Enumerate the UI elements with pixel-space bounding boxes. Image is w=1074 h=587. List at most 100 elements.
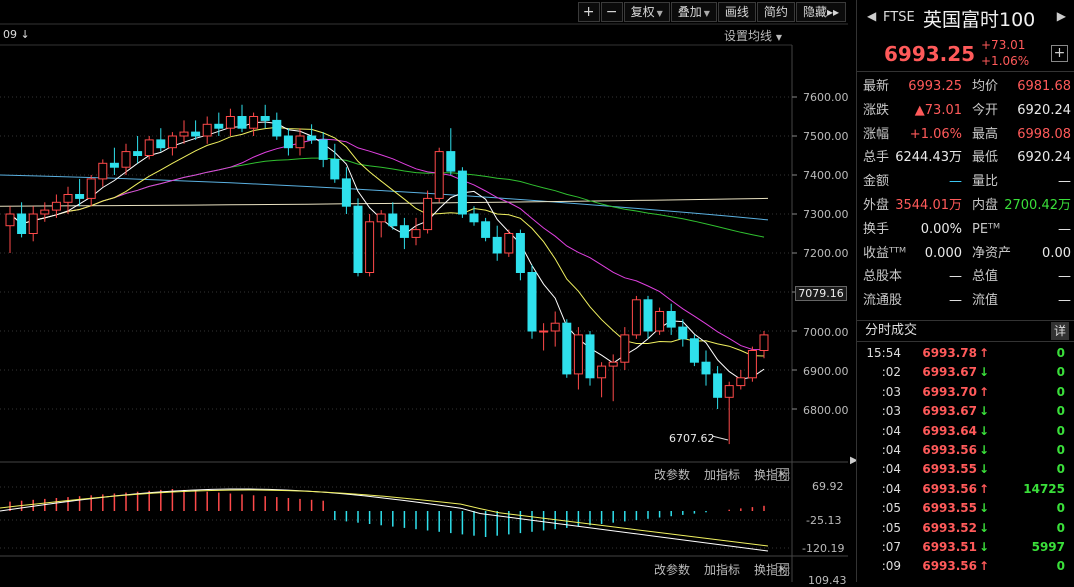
kline-chart-area[interactable]: + − 复权 ▼ 叠加 ▼ 画线 简约 隐藏▸▸ 09 ↓ 设置均线 ▼ 7600.… (0, 0, 858, 587)
tick-time: :04 (881, 481, 901, 496)
candle (620, 334, 630, 363)
tick-row: :04 6993.56 ↓ 0 (857, 441, 1074, 460)
quote-label: 流通股 (863, 293, 903, 309)
dropdown-arrow-icon: ▼ (775, 33, 782, 42)
edit-params-button[interactable]: 改参数 (654, 466, 690, 483)
candle (655, 311, 665, 332)
add-indicator-button[interactable]: 加指标 (704, 466, 740, 483)
symbol-code: FTSE (883, 10, 915, 25)
tick-price: 6993.78 (922, 346, 977, 360)
quote-label: 内盘 (972, 197, 999, 213)
candle (457, 170, 467, 215)
tick-volume: 0 (1056, 559, 1065, 574)
ma-setting-button[interactable]: 设置均线 ▼ (724, 27, 782, 44)
candle (237, 116, 247, 129)
price-axis-label: 7000.00 (803, 326, 849, 339)
quote-cell: 净资产 0.00 (966, 242, 1074, 266)
tick-header: 分时成交 详 (857, 320, 1074, 342)
price-axis-label: 7300.00 (803, 208, 849, 221)
tick-row: 15:54 6993.78 ↑ 0 (857, 344, 1074, 363)
hide-button[interactable]: 隐藏▸▸ (795, 2, 846, 22)
candle (5, 213, 15, 227)
candle (666, 311, 676, 328)
candle (759, 334, 769, 351)
close-icon[interactable]: × (776, 563, 789, 576)
tick-price: 6993.64 (922, 423, 977, 438)
candle (17, 213, 27, 234)
quote-label: 今开 (972, 102, 999, 118)
quote-label: PEᵀᴹ (972, 221, 1001, 237)
candle (469, 213, 479, 223)
next-symbol-icon[interactable]: ▶ (1057, 9, 1066, 23)
fuquan-button[interactable]: 复权 ▼ (623, 2, 670, 22)
candle (260, 116, 270, 121)
tick-price: 6993.51 (922, 539, 977, 554)
tick-list[interactable]: 15:54 6993.78 ↑ 0:02 6993.67 ↓ 0:03 6993.70 ↑ 0:0… (857, 344, 1074, 577)
prev-symbol-icon[interactable]: ◀ (867, 9, 876, 23)
tick-volume: 5997 (1031, 539, 1065, 554)
arrow-down-icon: ↓ (978, 539, 990, 554)
arrow-down-icon: ↓ (978, 404, 990, 419)
candle (388, 213, 398, 227)
candle (492, 236, 502, 254)
arrow-down-icon: ↓ (978, 462, 990, 477)
kline-chart[interactable] (0, 0, 848, 582)
add-watchlist-button[interactable]: + (1051, 45, 1068, 62)
quote-header: ◀ FTSE 英国富时100 ▶ (857, 0, 1074, 36)
quote-value: 0.000 (924, 245, 962, 261)
hide-label: 隐藏 (802, 5, 827, 19)
tick-price: 6993.52 (922, 520, 977, 535)
price-axis-label: 7200.00 (803, 247, 849, 260)
candle (713, 373, 723, 398)
candle (701, 361, 711, 375)
tick-volume: 0 (1056, 520, 1065, 535)
candle (330, 158, 340, 180)
close-icon[interactable]: × (776, 468, 789, 481)
zoom-in-button[interactable]: + (577, 2, 600, 22)
price-axis-label: 6900.00 (803, 365, 849, 378)
candle (318, 139, 328, 160)
macd-axis-label: -120.19 (802, 542, 845, 555)
draw-line-button[interactable]: 画线 (717, 2, 756, 22)
candle (341, 178, 351, 207)
candle (75, 194, 85, 199)
tick-time: :03 (881, 384, 901, 399)
quote-value: — (1058, 293, 1071, 309)
zoom-out-button[interactable]: − (600, 2, 623, 22)
tick-price: 6993.56 (922, 559, 977, 574)
quote-label: 最高 (972, 126, 999, 142)
tick-time: :05 (881, 520, 901, 535)
dropdown-arrow-icon: ▼ (656, 9, 663, 18)
tick-price: 6993.56 (922, 481, 977, 496)
quote-value: — (1058, 221, 1071, 237)
add-indicator-button[interactable]: 加指标 (704, 561, 740, 578)
more-icon: ▸▸ (826, 5, 839, 19)
indicator-toolbar-2: 改参数 加指标 换指标 (654, 561, 790, 578)
quote-row: 总手 6244.43万 最低 6920.24 (857, 146, 1074, 170)
tick-volume: 0 (1056, 423, 1065, 438)
candle (51, 201, 61, 211)
tick-volume: 0 (1056, 442, 1065, 457)
price-change-pct: +1.06% (981, 54, 1030, 68)
candle (121, 151, 131, 168)
candle (585, 334, 595, 379)
price-change: +73.01 (981, 38, 1026, 52)
candle (28, 213, 38, 234)
tick-detail-button[interactable]: 详 (1051, 322, 1069, 340)
quote-cell: 流值 — (966, 289, 1074, 313)
simple-mode-button[interactable]: 简约 (756, 2, 795, 22)
current-price-tag: 7079.16 (795, 286, 847, 301)
quote-row: 总股本 — 总值 — (857, 265, 1074, 289)
last-price: 6993.25 (884, 42, 976, 66)
quote-cell: 最新 6993.25 (857, 75, 966, 99)
quote-row: 流通股 — 流值 — (857, 289, 1074, 313)
candle (295, 135, 305, 149)
candle (481, 221, 491, 238)
quote-value: 6920.24 (1017, 102, 1071, 118)
candle (98, 162, 108, 180)
ma-setting-label: 设置均线 (724, 29, 773, 43)
candle (365, 221, 375, 274)
overlay-button[interactable]: 叠加 ▼ (670, 2, 717, 22)
candle (283, 135, 293, 149)
edit-params-button[interactable]: 改参数 (654, 561, 690, 578)
